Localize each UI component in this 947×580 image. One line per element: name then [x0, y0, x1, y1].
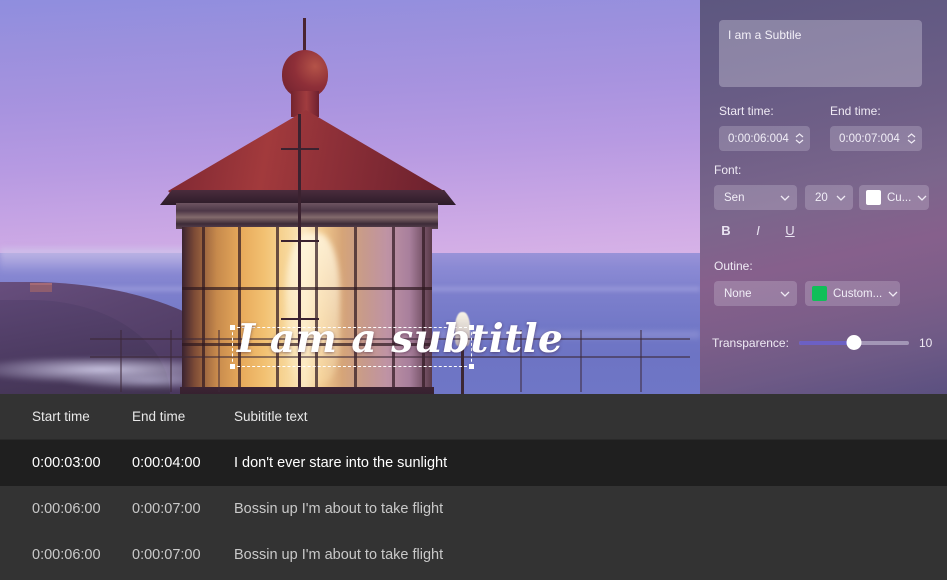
start-time-spinner[interactable]: 0:00:06:004	[719, 126, 810, 151]
table-row[interactable]: 0:00:03:00 0:00:04:00 I don't ever stare i…	[0, 440, 947, 486]
resize-handle-bottom-left[interactable]	[230, 364, 235, 369]
table-body: 0:00:03:00 0:00:04:00 I don't ever stare i…	[0, 440, 947, 578]
mast-yard	[281, 240, 319, 242]
outline-style-value: None	[724, 287, 752, 300]
resize-handle-bottom-right[interactable]	[469, 364, 474, 369]
video-preview[interactable]: I am a subtitle	[0, 0, 700, 394]
column-header-start-time: Start time	[32, 409, 90, 424]
subtitle-overlay-box[interactable]: I am a subtitle	[230, 316, 563, 369]
font-color-select[interactable]: Cu...	[859, 185, 929, 210]
spinner-chevrons-icon[interactable]	[907, 133, 916, 144]
cell-text: I don't ever stare into the sunlight	[234, 455, 448, 471]
subtitle-table: Start time End time Subititle text 0:00:…	[0, 394, 947, 580]
lighthouse-spire	[303, 18, 306, 54]
chevron-down-icon	[780, 192, 790, 204]
spinner-chevrons-icon[interactable]	[795, 133, 804, 144]
lighthouse-base	[180, 387, 434, 394]
panel-title-cutoff	[702, 0, 782, 13]
cell-end: 0:00:04:00	[132, 455, 201, 471]
font-color-value: Cu...	[887, 191, 912, 204]
subtitle-text-input[interactable]	[719, 20, 922, 87]
subtitle-overlay-text: I am a subtitle	[237, 316, 564, 362]
lighthouse-roof	[168, 110, 444, 202]
resize-handle-top-left[interactable]	[230, 325, 235, 330]
underline-button[interactable]: U	[777, 219, 803, 241]
cell-text: Bossin up I'm about to take flight	[234, 501, 444, 517]
outline-color-value: Custom...	[833, 287, 883, 300]
start-time-label: Start time:	[719, 104, 774, 118]
transparence-label: Transparence:	[712, 336, 789, 350]
transparence-slider-thumb[interactable]	[846, 335, 862, 350]
cell-start: 0:00:03:00	[32, 455, 101, 471]
font-size-value: 20	[815, 191, 828, 204]
start-time-value: 0:00:06:004	[728, 132, 789, 145]
table-row[interactable]: 0:00:06:00 0:00:07:00 Bossin up I'm about …	[0, 532, 947, 578]
cliff-house	[30, 283, 52, 292]
lighthouse-cornice	[176, 203, 438, 229]
chevron-down-icon	[836, 192, 846, 204]
transparence-value: 10	[919, 336, 933, 350]
transparence-slider-track[interactable]	[798, 335, 909, 350]
font-family-select[interactable]: Sen	[714, 185, 797, 210]
italic-button[interactable]: I	[745, 219, 771, 241]
chevron-down-icon	[917, 192, 927, 204]
mast-yard	[281, 148, 319, 150]
outline-label: Outine:	[714, 259, 753, 273]
column-header-subtitle-text: Subititle text	[234, 409, 308, 424]
cell-end: 0:00:07:00	[132, 547, 201, 563]
window-mullion	[202, 227, 205, 389]
transparence-control[interactable]: Transparence: 10	[712, 333, 937, 353]
table-header-row: Start time End time Subititle text	[0, 394, 947, 440]
window-rail	[182, 287, 432, 290]
font-color-swatch	[866, 190, 881, 205]
table-row[interactable]: 0:00:06:00 0:00:07:00 Bossin up I'm about …	[0, 486, 947, 532]
end-time-label: End time:	[830, 104, 881, 118]
outline-color-swatch	[812, 286, 827, 301]
subtitle-editor-window: I am a subtitle Start time: End time: 0:…	[0, 0, 947, 580]
cell-start: 0:00:06:00	[32, 501, 101, 517]
font-label: Font:	[714, 163, 742, 177]
chevron-down-icon	[888, 288, 898, 300]
font-family-value: Sen	[724, 191, 745, 204]
end-time-spinner[interactable]: 0:00:07:004	[830, 126, 922, 151]
end-time-value: 0:00:07:004	[839, 132, 900, 145]
cell-text: Bossin up I'm about to take flight	[234, 547, 444, 563]
bold-button[interactable]: B	[713, 219, 739, 241]
outline-style-select[interactable]: None	[714, 281, 797, 306]
chevron-down-icon	[780, 288, 790, 300]
font-size-select[interactable]: 20	[805, 185, 853, 210]
outline-color-select[interactable]: Custom...	[805, 281, 900, 306]
column-header-end-time: End time	[132, 409, 186, 424]
cell-start: 0:00:06:00	[32, 547, 101, 563]
cell-end: 0:00:07:00	[132, 501, 201, 517]
